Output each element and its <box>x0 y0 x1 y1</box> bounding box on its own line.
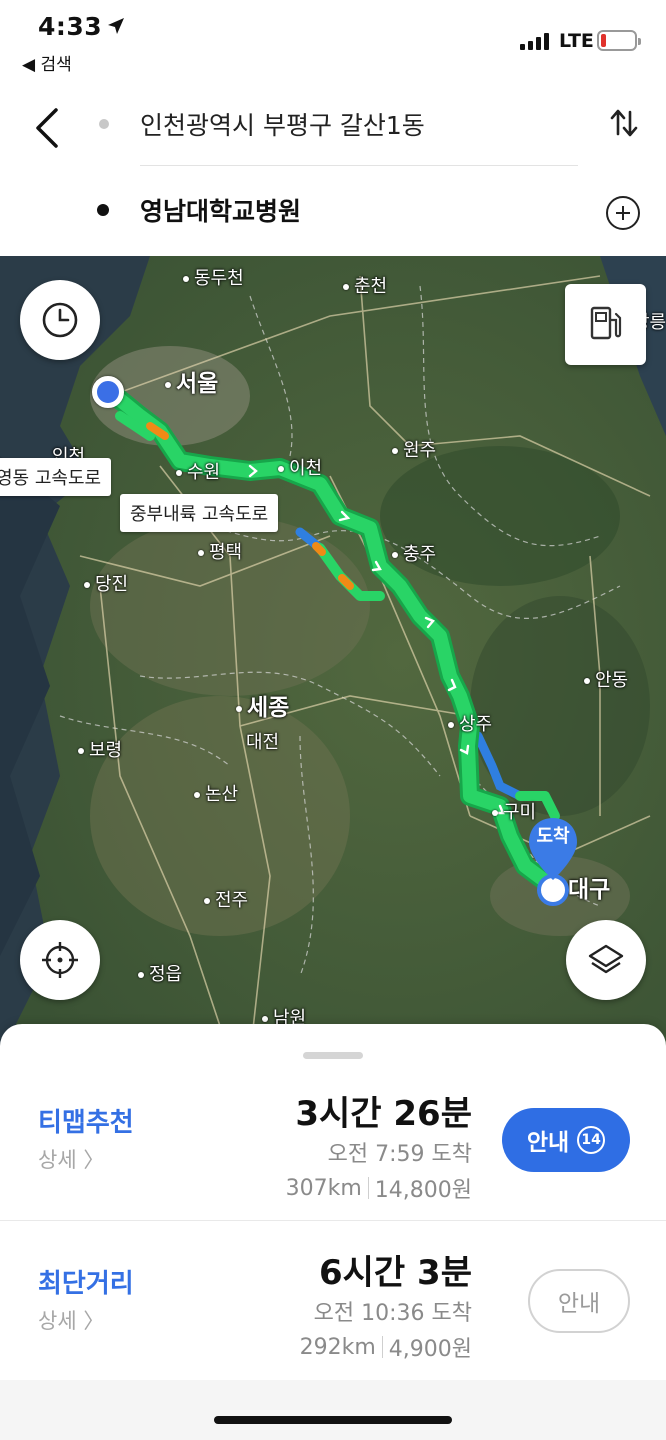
field-divider <box>140 165 578 166</box>
gas-station-icon <box>590 306 622 340</box>
route-distance: 307km <box>285 1175 362 1201</box>
route-duration: 6시간 3분 <box>319 1253 472 1293</box>
highway-label-yeongdong: 영동 고속도로 <box>0 458 112 496</box>
map-label-seoul: 서울 <box>165 364 218 398</box>
route-map[interactable]: 동두천 춘천 서울 강릉 원주 인천 수원 이천 충주 평택 당진 안동 세종 … <box>0 256 666 1056</box>
map-label-dongducheon: 동두천 <box>183 264 244 290</box>
map-label-boryeong: 보령 <box>78 736 122 762</box>
arrival-pin-label: 도착 <box>536 826 570 847</box>
map-label-chungju: 충주 <box>392 540 436 566</box>
swap-vertical-icon[interactable] <box>608 106 640 140</box>
guidance-count-badge: 14 <box>577 1126 606 1154</box>
clock-icon <box>42 302 78 338</box>
map-label-jeonju: 전주 <box>204 886 248 912</box>
guidance-label: 안내 <box>526 1130 570 1156</box>
map-label-nonsan: 논산 <box>194 780 238 806</box>
arrival-pin: 도착 <box>527 816 579 890</box>
battery-icon <box>597 30 641 51</box>
route-name: 티맵추천 <box>38 1108 134 1138</box>
current-location-button[interactable] <box>20 920 100 1000</box>
network-type: LTE <box>559 30 594 52</box>
route-option-shortest[interactable]: 최단거리 상세 〉 6시간 3분 오전 10:36 도착 292km 4,900… <box>0 1220 666 1380</box>
map-label-sejong: 세종 <box>236 688 289 722</box>
route-arrival-time: 오전 10:36 도착 <box>313 1301 472 1326</box>
meta-separator <box>367 1177 369 1199</box>
location-arrow-icon <box>108 18 124 34</box>
route-duration: 3시간 26분 <box>295 1094 472 1134</box>
highway-label-jungbu-naeryuk: 중부내륙 고속도로 <box>120 494 279 532</box>
route-options-sheet: 티맵추천 상세 〉 3시간 26분 오전 7:59 도착 307km 14,80… <box>0 1024 666 1440</box>
route-meta: 307km 14,800원 <box>286 1172 472 1204</box>
sheet-drag-handle[interactable] <box>303 1052 363 1059</box>
route-toll: 14,800원 <box>374 1178 472 1203</box>
map-label-jeongeup: 정읍 <box>138 960 182 986</box>
sheet-footer <box>0 1380 666 1440</box>
destination-field[interactable]: 영남대학교병원 <box>140 192 301 228</box>
route-detail-link[interactable]: 상세 〉 <box>38 1305 104 1335</box>
origin-field[interactable]: 인천광역시 부평구 갈산1동 <box>140 106 425 142</box>
meta-separator <box>381 1336 383 1358</box>
layers-icon <box>588 944 624 974</box>
map-label-wonju: 원주 <box>392 436 436 462</box>
home-indicator[interactable] <box>214 1416 452 1424</box>
route-detail-link[interactable]: 상세 〉 <box>38 1144 104 1174</box>
status-bar: 4:33 ◀ 검색 LTE <box>0 0 666 80</box>
map-label-pyeongtaek: 평택 <box>198 538 242 564</box>
map-label-daejeon: 대전 <box>246 732 280 753</box>
start-guidance-button[interactable]: 안내 <box>528 1269 630 1333</box>
signal-icon <box>520 32 549 50</box>
start-guidance-button[interactable]: 안내 14 <box>502 1108 630 1172</box>
origin-dot-icon <box>99 119 109 129</box>
satellite-terrain <box>0 256 666 1056</box>
route-arrival-time: 오전 7:59 도착 <box>327 1142 472 1167</box>
map-label-suwon: 수원 <box>176 458 220 484</box>
origin-marker <box>92 376 124 408</box>
route-name: 최단거리 <box>38 1269 134 1299</box>
map-layers-button[interactable] <box>566 920 646 1000</box>
gas-station-button[interactable] <box>565 284 646 365</box>
crosshair-icon <box>42 942 78 978</box>
route-search-header: 인천광역시 부평구 갈산1동 영남대학교병원 <box>0 80 666 256</box>
map-label-dangjin: 당진 <box>84 570 128 596</box>
route-search-screen: 4:33 ◀ 검색 LTE 인천광역시 부평구 갈산1동 영남대학교병원 동두천… <box>0 0 666 1440</box>
destination-dot-icon <box>97 204 109 216</box>
back-to-app-link[interactable]: ◀ 검색 <box>22 50 72 75</box>
map-label-sangju: 상주 <box>448 710 492 736</box>
route-meta: 292km 4,900원 <box>300 1331 472 1363</box>
clock-time: 4:33 <box>38 12 103 41</box>
plus-circle-icon[interactable] <box>606 196 640 230</box>
route-option-recommended[interactable]: 티맵추천 상세 〉 3시간 26분 오전 7:59 도착 307km 14,80… <box>0 1072 666 1232</box>
map-label-chuncheon: 춘천 <box>343 272 387 298</box>
map-label-icheon: 이천 <box>278 454 322 480</box>
chevron-left-icon[interactable] <box>28 106 68 150</box>
route-distance: 292km <box>299 1334 376 1360</box>
history-button[interactable] <box>20 280 100 360</box>
route-toll: 4,900원 <box>388 1337 472 1362</box>
map-label-andong: 안동 <box>584 666 628 692</box>
